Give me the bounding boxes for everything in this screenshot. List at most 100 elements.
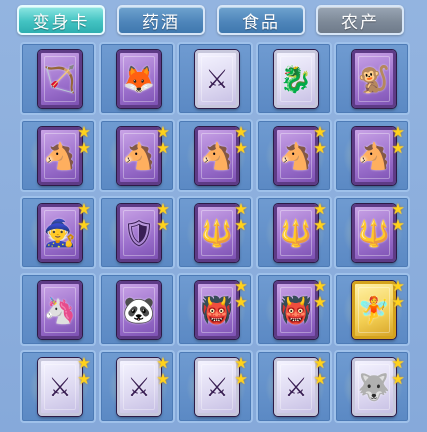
- inventory-slot[interactable]: 👹 ★ ★: [177, 273, 253, 346]
- card-figure: 🐒: [357, 65, 391, 96]
- inventory-slot[interactable]: 🔱 ★ ★: [256, 196, 332, 269]
- star-rating: ★ ★: [312, 355, 328, 387]
- dragon-beast-card-icon: 🐉: [274, 50, 318, 108]
- card-figure: 🐴: [357, 142, 391, 173]
- star-icon: ★: [391, 354, 405, 372]
- card-figure: 👹: [200, 296, 234, 327]
- card-figure: 🐼: [122, 296, 156, 327]
- star-icon: ★: [77, 200, 91, 218]
- inventory-grid: 🏹 🦊 ⚔ 🐉 🐒 🐴 ★ ★ 🐴 ★ ★ 🐴 ★ ★ 🐴 ★ ★ 🐴 ★ ★ 🧙 ★ ★ 🛡 ★ ★ 🔱 ★ ★ 🔱 ★ ★ 🔱 ★ ★ 🦄 🐼 👹 ★ ★…: [20, 42, 410, 432]
- monkey-king-card-icon: 🐒: [352, 50, 396, 108]
- star-rating: ★ ★: [312, 278, 328, 310]
- card-figure: ⚔: [205, 373, 229, 404]
- star-rating: ★ ★: [312, 201, 328, 233]
- inventory-slot[interactable]: 🦊: [99, 42, 175, 115]
- inventory-slot[interactable]: 🐺 ★ ★: [334, 350, 410, 423]
- pink-fairy-beast-card-icon: 🦄: [38, 281, 82, 339]
- star-rating: ★ ★: [233, 201, 249, 233]
- star-icon: ★: [313, 354, 327, 372]
- star-icon: ★: [77, 354, 91, 372]
- inventory-slot[interactable]: 🐴 ★ ★: [99, 119, 175, 192]
- inventory-slot[interactable]: 🔱 ★ ★: [177, 196, 253, 269]
- card-figure: 🧙: [43, 219, 77, 250]
- star-icon: ★: [77, 123, 91, 141]
- star-icon: ★: [391, 200, 405, 218]
- star-icon: ★: [234, 277, 248, 295]
- star-icon: ★: [77, 139, 91, 157]
- inventory-slot[interactable]: 🐴 ★ ★: [256, 119, 332, 192]
- star-icon: ★: [391, 293, 405, 311]
- star-icon: ★: [234, 139, 248, 157]
- star-icon: ★: [77, 370, 91, 388]
- star-icon: ★: [313, 277, 327, 295]
- inventory-slot[interactable]: 👹 ★ ★: [256, 273, 332, 346]
- tab-farm-produce[interactable]: 农产: [316, 5, 404, 35]
- star-rating: ★ ★: [233, 278, 249, 310]
- star-icon: ★: [234, 293, 248, 311]
- inventory-slot[interactable]: 🐒: [334, 42, 410, 115]
- star-icon: ★: [156, 354, 170, 372]
- star-icon: ★: [156, 123, 170, 141]
- card-figure: 🐴: [43, 142, 77, 173]
- star-rating: ★ ★: [76, 355, 92, 387]
- category-tab-bar: 变身卡 药酒 食品 农产: [0, 5, 427, 37]
- inventory-slot[interactable]: 🧚 ★ ★: [334, 273, 410, 346]
- fox-warrior-card-icon: 🦊: [117, 50, 161, 108]
- star-rating: ★ ★: [390, 201, 406, 233]
- card-figure: 🔱: [200, 219, 234, 250]
- star-icon: ★: [156, 370, 170, 388]
- card-figure: 🐴: [279, 142, 313, 173]
- star-icon: ★: [156, 200, 170, 218]
- card-figure: 🛡: [122, 219, 156, 250]
- star-rating: ★ ★: [155, 355, 171, 387]
- inventory-slot[interactable]: ⚔: [177, 42, 253, 115]
- star-icon: ★: [391, 216, 405, 234]
- star-rating: ★ ★: [76, 124, 92, 156]
- star-icon: ★: [234, 370, 248, 388]
- star-icon: ★: [391, 123, 405, 141]
- fairy-archer-card-icon: 🏹: [38, 50, 82, 108]
- star-icon: ★: [234, 200, 248, 218]
- inventory-slot[interactable]: 🏹: [20, 42, 96, 115]
- star-icon: ★: [313, 200, 327, 218]
- star-rating: ★ ★: [312, 124, 328, 156]
- inventory-slot[interactable]: ⚔ ★ ★: [177, 350, 253, 423]
- inventory-slot[interactable]: 🔱 ★ ★: [334, 196, 410, 269]
- star-rating: ★ ★: [233, 124, 249, 156]
- card-figure: 🦊: [122, 65, 156, 96]
- tab-food[interactable]: 食品: [217, 5, 305, 35]
- star-icon: ★: [391, 277, 405, 295]
- card-figure: 🦄: [43, 296, 77, 327]
- card-figure: 👹: [279, 296, 313, 327]
- inventory-slot[interactable]: 🧙 ★ ★: [20, 196, 96, 269]
- card-figure: ⚔: [205, 65, 229, 96]
- star-icon: ★: [77, 216, 91, 234]
- card-figure: 🐴: [200, 142, 234, 173]
- inventory-slot[interactable]: ⚔ ★ ★: [256, 350, 332, 423]
- card-figure: ⚔: [284, 373, 308, 404]
- star-icon: ★: [313, 216, 327, 234]
- card-figure: ⚔: [48, 373, 72, 404]
- star-rating: ★ ★: [390, 355, 406, 387]
- star-icon: ★: [313, 139, 327, 157]
- inventory-slot[interactable]: ⚔ ★ ★: [99, 350, 175, 423]
- inventory-slot[interactable]: 🐼: [99, 273, 175, 346]
- inventory-slot[interactable]: 🐴 ★ ★: [177, 119, 253, 192]
- inventory-slot[interactable]: 🐉: [256, 42, 332, 115]
- tab-medicinal-wine[interactable]: 药酒: [117, 5, 205, 35]
- inventory-slot[interactable]: 🛡 ★ ★: [99, 196, 175, 269]
- inventory-panel: 变身卡 药酒 食品 农产 🏹 🦊 ⚔ 🐉 🐒 🐴 ★ ★ 🐴 ★ ★ 🐴 ★ ★ 🐴 ★ ★ 🐴 ★ ★ 🧙 ★ ★ 🛡 ★ ★ 🔱…: [0, 0, 427, 432]
- tab-transform-cards[interactable]: 变身卡: [17, 5, 105, 35]
- card-figure: 🐉: [279, 65, 313, 96]
- star-icon: ★: [156, 139, 170, 157]
- inventory-slot[interactable]: 🦄: [20, 273, 96, 346]
- inventory-slot[interactable]: ⚔ ★ ★: [20, 350, 96, 423]
- card-figure: 🧚: [357, 296, 391, 327]
- inventory-slot[interactable]: 🐴 ★ ★: [20, 119, 96, 192]
- card-figure: 🏹: [43, 65, 77, 96]
- card-figure: 🔱: [357, 219, 391, 250]
- star-rating: ★ ★: [233, 355, 249, 387]
- inventory-slot[interactable]: 🐴 ★ ★: [334, 119, 410, 192]
- star-icon: ★: [156, 216, 170, 234]
- star-icon: ★: [391, 370, 405, 388]
